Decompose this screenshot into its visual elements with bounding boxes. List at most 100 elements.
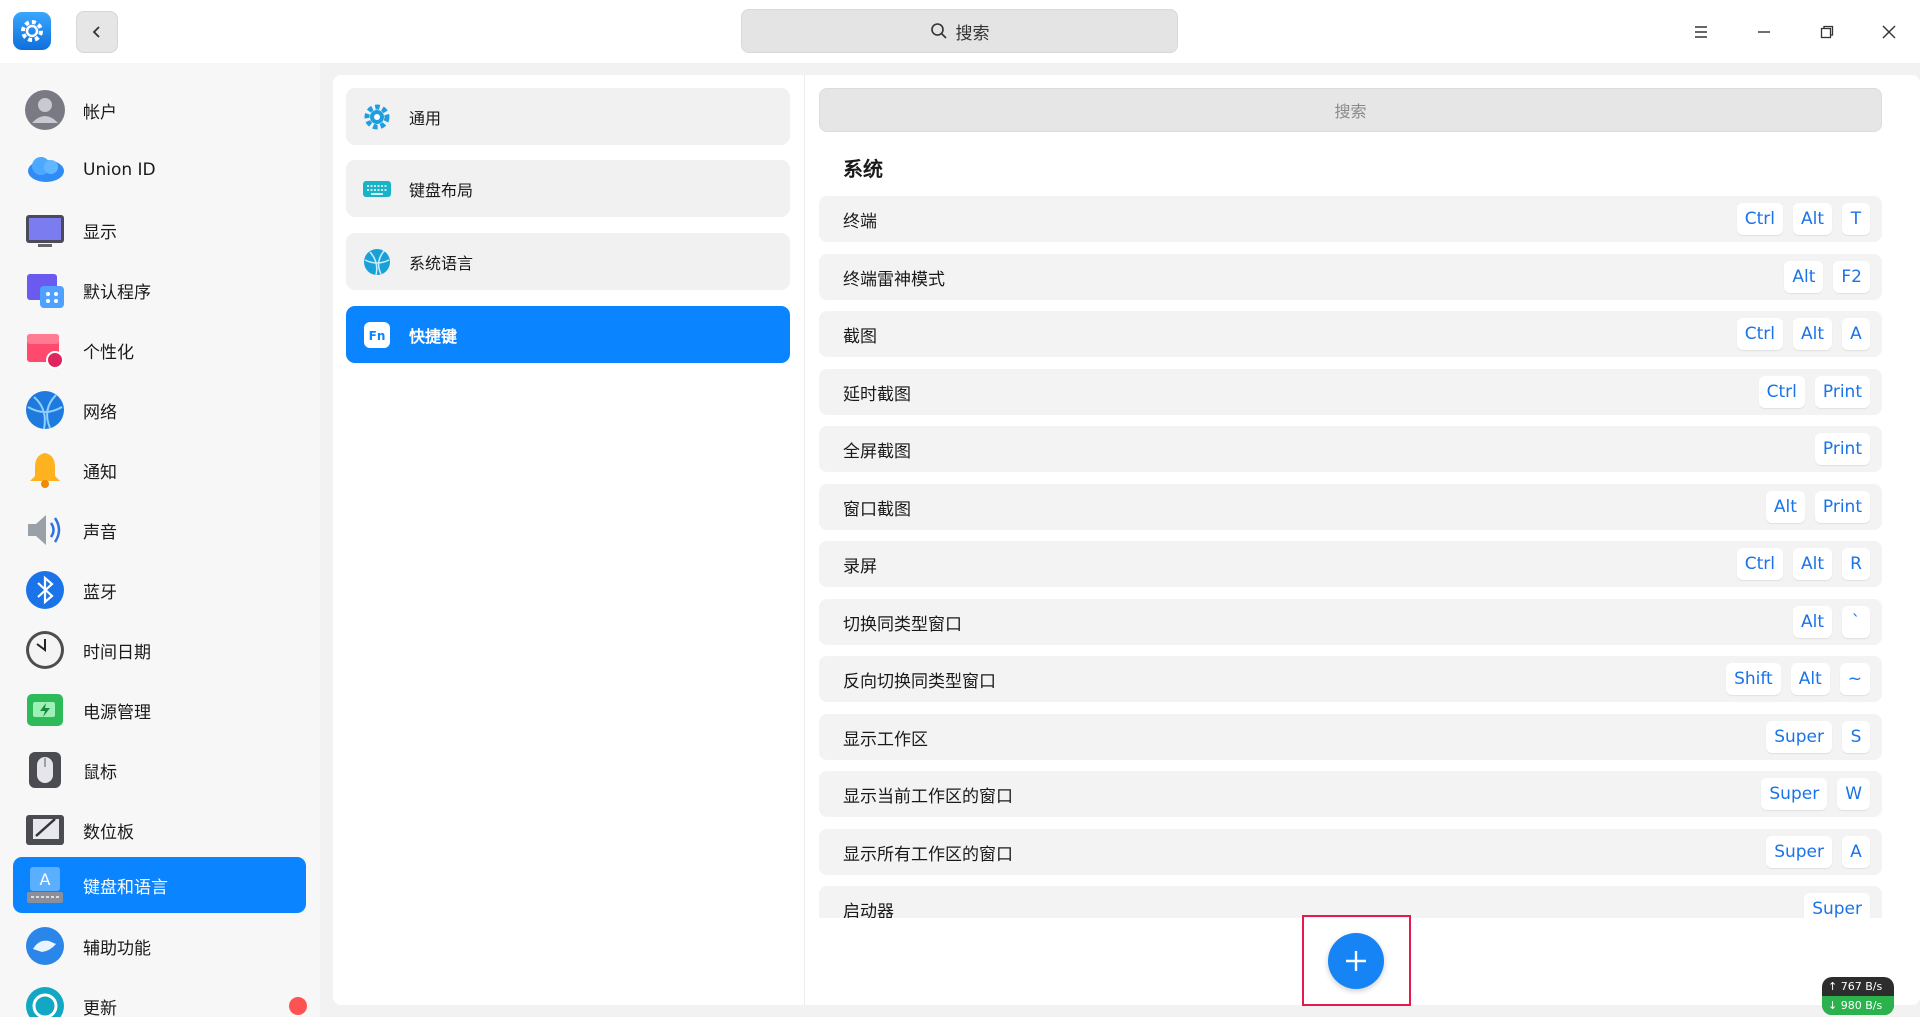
shortcut-row[interactable]: 录屏 Ctrl Alt R bbox=[819, 541, 1882, 587]
shortcut-list[interactable]: 终端 Ctrl Alt T 终端雷神模式 Alt F2 截图 Ctrl Alt … bbox=[819, 193, 1882, 918]
shortcut-keys[interactable]: Ctrl Alt T bbox=[1736, 203, 1870, 235]
sidebar-item-label: Union ID bbox=[83, 160, 156, 180]
key-cap: Alt bbox=[1792, 548, 1832, 580]
maximize-icon bbox=[1820, 25, 1834, 39]
net-speed-widget: ↑ 767 B/s ↓ 980 B/s bbox=[1822, 977, 1894, 1015]
shortcut-keys[interactable]: Super W bbox=[1761, 778, 1870, 810]
key-cap: Alt bbox=[1765, 491, 1805, 523]
sidebar-item-tablet[interactable]: 数位板 bbox=[13, 802, 306, 858]
sidebar: 帐户 Union ID 显示 默认程序 个性化 网络 通知 声音 蓝牙 时间日期… bbox=[0, 63, 320, 1017]
key-cap: Super bbox=[1761, 778, 1828, 810]
shortcut-keys[interactable]: Super A bbox=[1766, 836, 1870, 868]
back-button[interactable] bbox=[76, 11, 118, 53]
gear-icon bbox=[13, 12, 51, 50]
shortcut-keys[interactable]: Ctrl Alt A bbox=[1736, 318, 1870, 350]
mouse-icon bbox=[24, 749, 66, 791]
shortcut-keys[interactable]: Print bbox=[1814, 433, 1870, 465]
sidebar-item-label: 鼠标 bbox=[83, 762, 117, 783]
key-cap: Super bbox=[1804, 893, 1870, 918]
account-icon bbox=[24, 89, 66, 131]
sidebar-item-label: 电源管理 bbox=[83, 702, 151, 723]
sidebar-item-union-id[interactable]: Union ID bbox=[13, 142, 306, 198]
search-icon bbox=[930, 23, 947, 39]
sidebar-item-display[interactable]: 显示 bbox=[13, 202, 306, 258]
sidebar-item-account[interactable]: 帐户 bbox=[13, 82, 306, 138]
shortcut-row[interactable]: 终端雷神模式 Alt F2 bbox=[819, 254, 1882, 300]
globe-icon bbox=[363, 248, 391, 276]
shortcut-keys[interactable]: Alt Print bbox=[1765, 491, 1870, 523]
sidebar-item-bluetooth[interactable]: 蓝牙 bbox=[13, 562, 306, 618]
shortcut-row[interactable]: 全屏截图 Print bbox=[819, 426, 1882, 472]
key-cap: S bbox=[1842, 721, 1870, 753]
sidebar-item-mouse[interactable]: 鼠标 bbox=[13, 742, 306, 798]
gear-icon bbox=[363, 103, 391, 131]
sidebar-item-label: 键盘和语言 bbox=[83, 877, 168, 898]
key-cap: Super bbox=[1766, 721, 1832, 753]
sidebar-item-personalization[interactable]: 个性化 bbox=[13, 322, 306, 378]
sidebar-item-default-apps[interactable]: 默认程序 bbox=[13, 262, 306, 318]
sidebar-item-keyboard-language[interactable]: A 键盘和语言 bbox=[13, 857, 306, 913]
sidebar-item-label: 蓝牙 bbox=[83, 582, 117, 603]
speaker-icon bbox=[24, 509, 66, 551]
key-cap: A bbox=[1842, 318, 1870, 350]
shortcut-row[interactable]: 启动器 Super bbox=[819, 886, 1882, 918]
shortcut-row[interactable]: 反向切换同类型窗口 Shift Alt ~ bbox=[819, 656, 1882, 702]
shortcut-search-input[interactable]: 搜索 bbox=[819, 88, 1882, 132]
key-cap: Alt bbox=[1784, 261, 1824, 293]
net-download-speed: ↓ 980 B/s bbox=[1822, 996, 1894, 1015]
shortcut-row[interactable]: 延时截图 Ctrl Print bbox=[819, 369, 1882, 415]
sidebar-item-notification[interactable]: 通知 bbox=[13, 442, 306, 498]
shortcut-keys[interactable]: Alt ` bbox=[1792, 606, 1870, 638]
shortcut-keys[interactable]: Super S bbox=[1766, 721, 1870, 753]
key-cap: Shift bbox=[1726, 663, 1781, 695]
menu-button[interactable] bbox=[1681, 12, 1721, 52]
shortcut-keys[interactable]: Super bbox=[1804, 893, 1870, 918]
battery-icon bbox=[24, 689, 66, 731]
close-icon bbox=[1882, 25, 1896, 39]
shortcut-name: 显示当前工作区的窗口 bbox=[843, 786, 1013, 807]
shortcut-row[interactable]: 显示所有工作区的窗口 Super A bbox=[819, 829, 1882, 875]
sidebar-item-accessibility[interactable]: 辅助功能 bbox=[13, 918, 306, 974]
shortcut-name: 反向切换同类型窗口 bbox=[843, 671, 996, 692]
key-cap: Super bbox=[1766, 836, 1832, 868]
shortcut-row[interactable]: 显示工作区 Super S bbox=[819, 714, 1882, 760]
shortcut-name: 启动器 bbox=[843, 901, 894, 919]
maximize-button[interactable] bbox=[1807, 12, 1847, 52]
key-cap: Ctrl bbox=[1736, 203, 1783, 235]
sidebar-item-power[interactable]: 电源管理 bbox=[13, 682, 306, 738]
subnav-item-label: 键盘布局 bbox=[409, 180, 474, 200]
shortcut-keys[interactable]: Ctrl Alt R bbox=[1736, 548, 1870, 580]
shortcut-row[interactable]: 窗口截图 Alt Print bbox=[819, 484, 1882, 530]
subnav-item-label: 通用 bbox=[409, 108, 442, 128]
sidebar-item-update[interactable]: 更新 bbox=[13, 978, 307, 1017]
clock-icon bbox=[24, 629, 66, 671]
shortcut-row[interactable]: 截图 Ctrl Alt A bbox=[819, 311, 1882, 357]
keyboard-language-icon: A bbox=[24, 864, 66, 906]
key-cap: Alt bbox=[1792, 606, 1832, 638]
key-cap: Alt bbox=[1792, 203, 1832, 235]
sidebar-item-sound[interactable]: 声音 bbox=[13, 502, 306, 558]
key-cap: A bbox=[1842, 836, 1870, 868]
shortcut-keys[interactable]: Alt F2 bbox=[1784, 261, 1870, 293]
sidebar-item-datetime[interactable]: 时间日期 bbox=[13, 622, 306, 678]
key-cap: F2 bbox=[1833, 261, 1870, 293]
sidebar-item-label: 网络 bbox=[83, 402, 117, 423]
subnav-item-system-language[interactable]: 系统语言 bbox=[346, 233, 790, 290]
bell-icon bbox=[24, 449, 66, 491]
shortcut-row[interactable]: 终端 Ctrl Alt T bbox=[819, 196, 1882, 242]
personalization-icon bbox=[24, 329, 66, 371]
shortcut-keys[interactable]: Ctrl Print bbox=[1758, 376, 1870, 408]
subnav-item-general[interactable]: 通用 bbox=[346, 88, 790, 145]
shortcut-keys[interactable]: Shift Alt ~ bbox=[1726, 663, 1870, 695]
shortcut-row[interactable]: 切换同类型窗口 Alt ` bbox=[819, 599, 1882, 645]
sidebar-item-network[interactable]: 网络 bbox=[13, 382, 306, 438]
subnav-item-keyboard-layout[interactable]: 键盘布局 bbox=[346, 160, 790, 217]
accessibility-icon bbox=[24, 925, 66, 967]
minimize-button[interactable] bbox=[1744, 12, 1784, 52]
subnav-item-shortcuts[interactable]: Fn 快捷键 bbox=[346, 306, 790, 363]
global-search-input[interactable]: 搜索 bbox=[741, 9, 1178, 53]
add-shortcut-button[interactable] bbox=[1328, 933, 1384, 989]
shortcut-row[interactable]: 显示当前工作区的窗口 Super W bbox=[819, 771, 1882, 817]
subnav-item-label: 系统语言 bbox=[409, 253, 474, 273]
close-button[interactable] bbox=[1869, 12, 1909, 52]
